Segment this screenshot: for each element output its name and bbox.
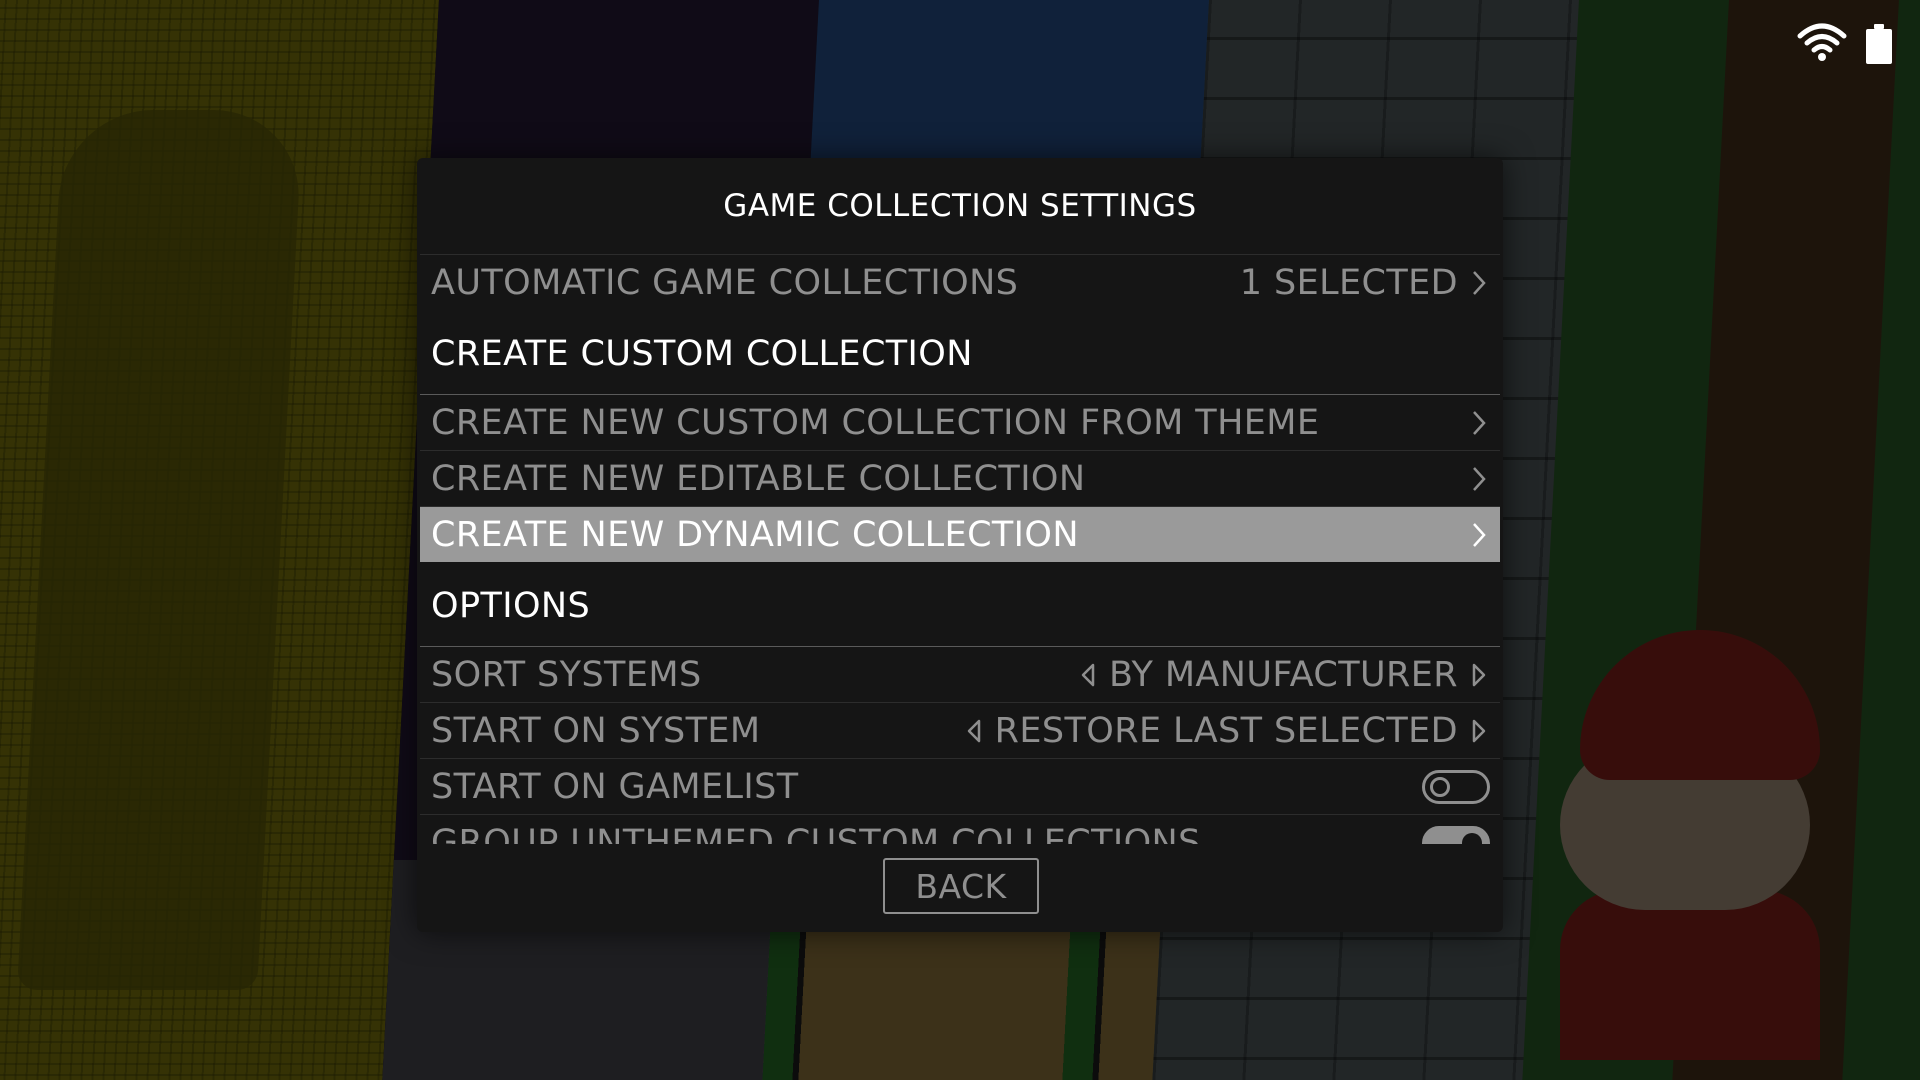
row-automatic-collections[interactable]: AUTOMATIC GAME COLLECTIONS 1 SELECTED	[420, 254, 1500, 310]
section-header-custom-collection: CREATE CUSTOM COLLECTION	[420, 310, 1500, 394]
arrow-right-icon[interactable]	[1468, 716, 1490, 746]
row-value: BY MANUFACTURER	[1109, 654, 1458, 695]
row-start-on-gamelist[interactable]: START ON GAMELIST	[420, 758, 1500, 814]
section-title: OPTIONS	[431, 586, 591, 626]
row-label: START ON GAMELIST	[431, 766, 799, 807]
arrow-right-icon[interactable]	[1468, 660, 1490, 690]
row-label: SORT SYSTEMS	[431, 654, 702, 695]
row-start-on-system[interactable]: START ON SYSTEM RESTORE LAST SELECTED	[420, 702, 1500, 758]
row-label: GROUP UNTHEMED CUSTOM COLLECTIONS	[431, 822, 1201, 845]
section-header-options: OPTIONS	[420, 562, 1500, 646]
start-on-gamelist-toggle[interactable]	[1422, 769, 1490, 804]
settings-menu-panel: GAME COLLECTION SETTINGS AUTOMATIC GAME …	[417, 158, 1503, 932]
group-unthemed-toggle[interactable]	[1422, 825, 1490, 844]
section-title: CREATE CUSTOM COLLECTION	[431, 334, 973, 374]
settings-list[interactable]: AUTOMATIC GAME COLLECTIONS 1 SELECTED CR…	[420, 254, 1500, 844]
row-sort-systems[interactable]: SORT SYSTEMS BY MANUFACTURER	[420, 646, 1500, 702]
row-editable-collection[interactable]: CREATE NEW EDITABLE COLLECTION	[420, 450, 1500, 506]
chevron-right-icon	[1473, 522, 1486, 547]
row-label: CREATE NEW EDITABLE COLLECTION	[431, 458, 1086, 499]
row-label: CREATE NEW CUSTOM COLLECTION FROM THEME	[431, 402, 1320, 443]
arrow-left-icon[interactable]	[963, 716, 985, 746]
row-label: AUTOMATIC GAME COLLECTIONS	[431, 262, 1019, 303]
row-custom-from-theme[interactable]: CREATE NEW CUSTOM COLLECTION FROM THEME	[420, 394, 1500, 450]
back-button[interactable]: BACK	[883, 858, 1039, 914]
status-bar	[1796, 22, 1892, 66]
wifi-icon	[1796, 22, 1848, 66]
chevron-right-icon	[1473, 466, 1486, 491]
row-value: RESTORE LAST SELECTED	[994, 710, 1458, 751]
row-dynamic-collection[interactable]: CREATE NEW DYNAMIC COLLECTION	[420, 506, 1500, 562]
row-label: START ON SYSTEM	[431, 710, 761, 751]
row-label: CREATE NEW DYNAMIC COLLECTION	[431, 514, 1079, 555]
arrow-left-icon[interactable]	[1077, 660, 1099, 690]
chevron-right-icon	[1473, 270, 1486, 295]
battery-icon	[1866, 24, 1892, 64]
chevron-right-icon	[1473, 410, 1486, 435]
row-value: 1 SELECTED	[1239, 262, 1458, 303]
menu-title: GAME COLLECTION SETTINGS	[723, 188, 1197, 224]
row-group-unthemed[interactable]: GROUP UNTHEMED CUSTOM COLLECTIONS	[420, 814, 1500, 844]
